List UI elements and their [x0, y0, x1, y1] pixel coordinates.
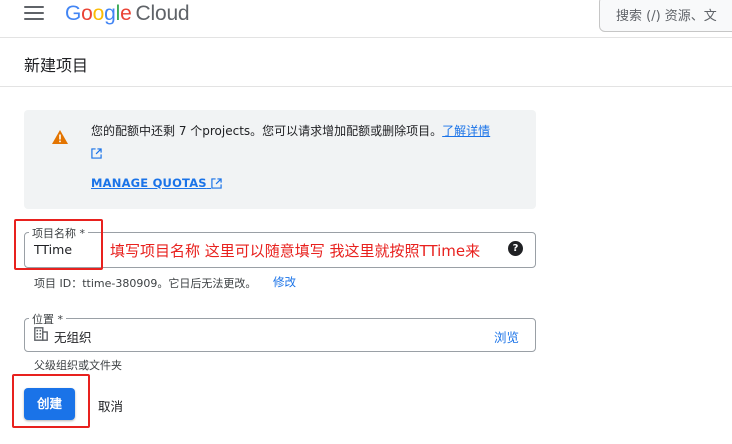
search-placeholder: 搜索 (/) 资源、文 [616, 9, 717, 24]
external-link-icon [211, 178, 222, 189]
location-field[interactable] [24, 318, 536, 352]
manage-quotas-link[interactable]: MANAGE QUOTAS [91, 176, 222, 190]
divider [0, 86, 732, 87]
external-link-icon[interactable] [91, 148, 102, 159]
top-bar: Google Cloud 搜索 (/) 资源、文 [0, 0, 732, 38]
cancel-button[interactable]: 取消 [98, 396, 123, 415]
quota-message: 您的配额中还剩 7 个projects。您可以请求增加配额或删除项目。了解详情 [91, 120, 531, 164]
project-name-label: 项目名称 * [29, 225, 88, 241]
project-name-value[interactable]: TTime [34, 242, 72, 257]
create-button[interactable]: 创建 [24, 388, 75, 420]
browse-button[interactable]: 浏览 [494, 327, 519, 346]
hamburger-menu-icon[interactable] [24, 6, 44, 22]
manage-quotas-label: MANAGE QUOTAS [91, 176, 207, 190]
project-id-text: 项目 ID：ttime-380909。它日后无法更改。 [34, 277, 257, 290]
warning-icon [52, 130, 68, 144]
building-icon [34, 327, 48, 341]
quota-notice: 您的配额中还剩 7 个projects。您可以请求增加配额或删除项目。了解详情 … [24, 110, 536, 209]
location-value: 无组织 [54, 330, 92, 345]
google-cloud-logo[interactable]: Google Cloud [65, 2, 190, 26]
location-hint: 父级组织或文件夹 [34, 359, 122, 372]
help-icon[interactable]: ? [508, 241, 523, 256]
page-title: 新建项目 [24, 56, 89, 75]
annotation-text: 填写项目名称 这里可以随意填写 我这里就按照TTime来 [110, 242, 481, 260]
learn-more-link[interactable]: 了解详情 [442, 124, 490, 138]
location-label: 位置 * [29, 311, 66, 327]
search-input[interactable]: 搜索 (/) 资源、文 [599, 0, 732, 32]
edit-project-id-link[interactable]: 修改 [273, 274, 296, 290]
quota-message-text: 您的配额中还剩 7 个projects。您可以请求增加配额或删除项目。 [91, 124, 443, 138]
